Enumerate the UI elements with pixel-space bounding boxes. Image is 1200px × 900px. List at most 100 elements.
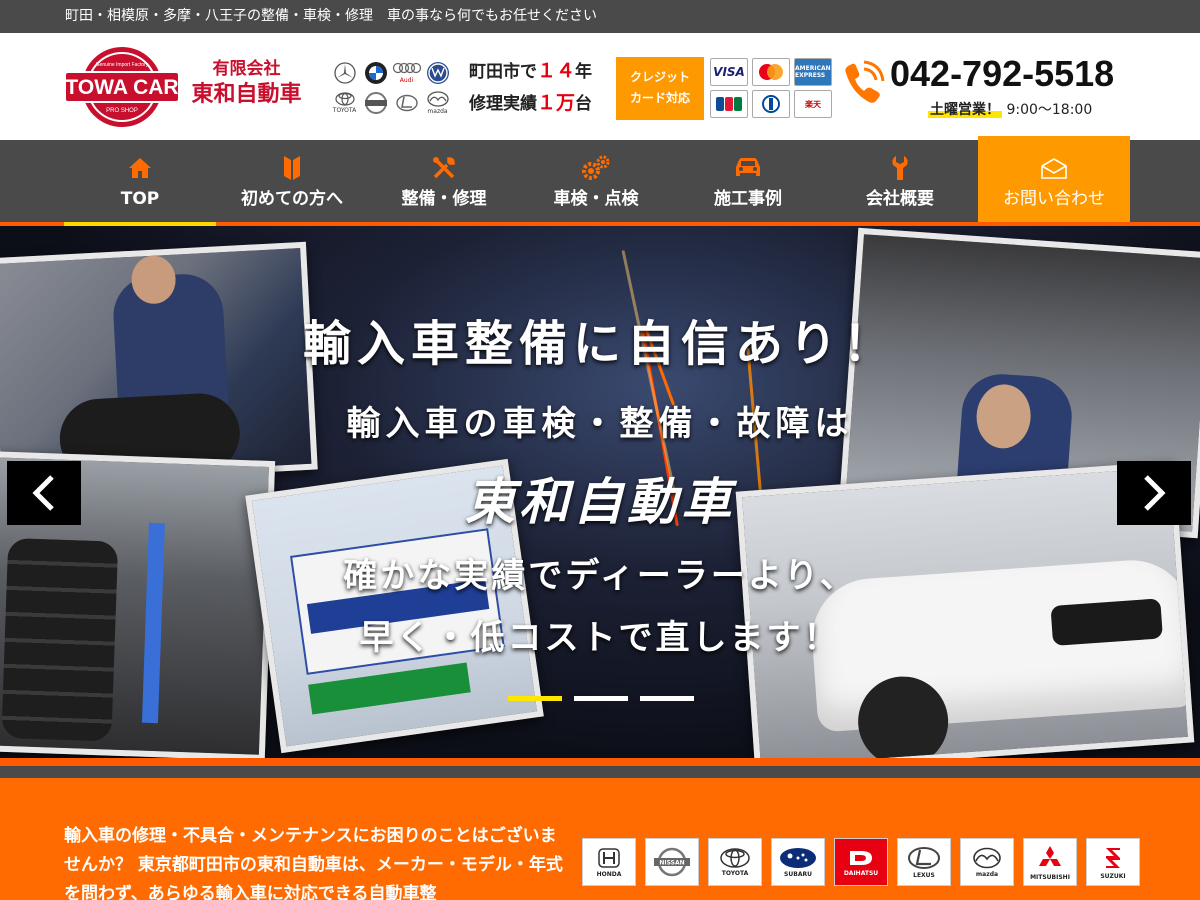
mazda-logo-label: mazda [427,108,448,115]
hero-tagline-1: 確かな実績でディーラーより、 [343,556,857,596]
saturday-open-label: 土曜営業！ [928,102,1002,118]
company-name-block: 有限会社 東和自動車 [184,58,309,110]
maker-label: LEXUS [913,871,935,879]
maker-label: mazda [975,870,999,878]
nav-item-maintenance[interactable]: 整備・修理 [368,140,520,222]
mail-icon [1041,158,1067,179]
beginner-mark-icon [284,156,300,180]
credit-line2: カード対応 [629,91,690,105]
amex-card-icon: AMERICAN EXPRESS [794,58,832,86]
chevron-left-icon [32,475,54,511]
bmw-logo [360,58,391,88]
years-in-business: 町田市で１４年 [469,56,592,88]
tools-icon [433,157,455,179]
maker-label: DAIHATSU [843,869,879,877]
svg-text:NISSAN: NISSAN [659,860,684,867]
main-nav: TOP 初めての方へ 整備・修理 車検・点検 施工事例 会社概要 お問い合わせ [0,136,1200,226]
intro-section: 輸入車の修理・不具合・メンテナンスにお困りのことはございませんか？ 東京都町田市… [0,778,1200,900]
slider-dot-2[interactable] [574,696,628,701]
subaru-logo: SUBARU [771,838,825,886]
nav-item-label: TOP [120,189,160,209]
toyota-logo: TOYOTA [329,88,360,118]
logo-main-text: TOWA CAR [65,76,178,99]
business-hours: 土曜営業！ 9:00〜18:00 [928,99,1092,119]
site-header: TOWA CAR Genuine Import Factory PRO SHOP… [0,33,1200,140]
slider-dot-1[interactable] [508,696,562,701]
nav-item-label: 車検・点検 [553,189,639,209]
nav-item-label: 施工事例 [714,189,782,209]
nav-item-beginners[interactable]: 初めての方へ [216,140,368,222]
visa-card-icon: VISA [710,58,748,86]
hero-subheadline: 輸入車の車検・整備・故障は [346,404,854,444]
track-record: 町田市で１４年 修理実績１万台 [469,56,592,120]
slider-prev-button[interactable] [7,461,81,525]
wrench-icon [892,156,908,180]
business-hours-time: 9:00〜18:00 [1006,102,1093,118]
mazda-logo: mazda [422,88,453,118]
nav-item-label: 整備・修理 [401,189,487,209]
toyota-logo: TOYOTA [708,838,762,886]
nav-item-inspection[interactable]: 車検・点検 [520,140,672,222]
phone-number-link[interactable]: 042-792-5518 [890,53,1114,95]
nav-item-contact[interactable]: お問い合わせ [978,136,1130,222]
credit-card-badge: クレジット カード対応 [616,57,704,120]
years-suffix: 年 [575,62,593,82]
honda-logo: HONDA [582,838,636,886]
years-number: １４ [537,60,576,82]
repairs-suffix: 台 [575,94,593,114]
nav-item-label: 会社概要 [866,189,934,209]
mitsubishi-logo: MITSUBISHI [1023,838,1077,886]
maker-label: SUZUKI [1100,872,1126,880]
top-announcement-bar: 町田・相模原・多摩・八王子の整備・車検・修理 車の事なら何でもお任せください [0,0,1200,33]
nav-item-label: お問い合わせ [1003,189,1105,209]
car-icon [736,158,760,176]
nav-item-label: 初めての方へ [241,189,343,209]
repairs-prefix: 修理実績 [469,94,537,114]
daihatsu-logo: DAIHATSU [834,838,888,886]
intro-text: 輸入車の修理・不具合・メンテナンスにお困りのことはございませんか？ 東京都町田市… [64,826,563,900]
slider-dot-3[interactable] [640,696,694,701]
hero-headline: 輸入車整備に自信あり！ [302,316,897,372]
hero-tagline-2: 早く・低コストで直します！ [359,618,841,658]
toyota-logo-label: TOYOTA [332,107,357,114]
top-announcement-text: 町田・相模原・多摩・八王子の整備・車検・修理 車の事なら何でもお任せください [65,8,597,24]
home-icon [129,158,151,178]
credit-line1: クレジット [629,70,690,84]
nav-item-company[interactable]: 会社概要 [824,140,976,222]
audi-logo-label: Audi [399,77,414,84]
mazda-logo: mazda [960,838,1014,886]
mastercard-icon [752,58,790,86]
nav-item-cases[interactable]: 施工事例 [672,140,824,222]
maker-label: MITSUBISHI [1030,873,1070,881]
gears-icon [582,155,610,180]
nav-item-top[interactable]: TOP [64,140,216,226]
maker-logo-grid: HONDA NISSAN TOYOTA SUBARU DAIHATSU LEXU… [582,838,1142,886]
repair-count: 修理実績１万台 [469,88,592,120]
nissan-logo: NISSAN [645,838,699,886]
years-prefix: 町田市で [469,62,537,82]
slider-next-button[interactable] [1117,461,1191,525]
diners-card-icon [752,90,790,118]
company-name: 東和自動車 [191,82,302,107]
section-divider [0,758,1200,778]
phone-icon [836,59,886,109]
repairs-number: １万 [537,92,576,114]
hero-slider: 輸入車整備に自信あり！ 輸入車の車検・整備・故障は 東和自動車 確かな実績でディ… [0,226,1200,758]
suzuki-logo: SUZUKI [1086,838,1140,886]
vw-logo [422,58,453,88]
audi-logo: Audi [391,58,422,88]
rakuten-card-icon: 楽天 [794,90,832,118]
jcb-card-icon [710,90,748,118]
lexus-logo: LEXUS [897,838,951,886]
slider-pagination [508,696,694,701]
maker-label: SUBARU [784,870,812,878]
accepted-cards: VISA AMERICAN EXPRESS 楽天 [710,58,832,120]
site-logo[interactable]: TOWA CAR Genuine Import Factory PRO SHOP [63,46,181,128]
company-kind: 有限会社 [212,59,281,79]
brand-logos: Audi TOYOTA mazda [329,58,455,118]
hero-company-name: 東和自動車 [465,473,735,531]
chevron-right-icon [1144,475,1166,511]
logo-arc-text: Genuine Import Factory [96,62,149,68]
maker-label: TOYOTA [721,869,749,877]
nissan-logo [360,88,391,118]
